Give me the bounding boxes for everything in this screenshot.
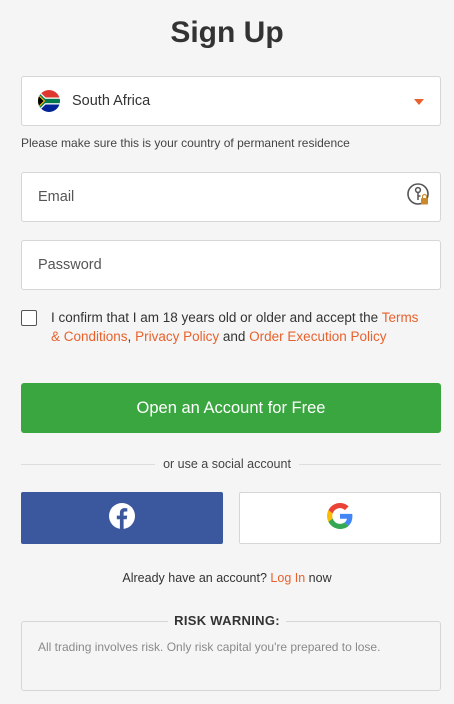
social-divider: or use a social account bbox=[0, 457, 454, 471]
login-line: Already have an account? Log In now bbox=[0, 571, 454, 585]
google-icon bbox=[327, 502, 353, 534]
email-field-container bbox=[21, 172, 441, 222]
country-select[interactable]: South Africa bbox=[21, 76, 441, 126]
password-field[interactable] bbox=[22, 241, 440, 289]
chevron-down-icon[interactable] bbox=[414, 99, 424, 105]
consent-text: I confirm that I am 18 years old or olde… bbox=[51, 308, 431, 346]
risk-warning-text: All trading involves risk. Only risk cap… bbox=[38, 640, 381, 654]
facebook-icon bbox=[108, 502, 136, 535]
south-africa-flag-icon bbox=[38, 90, 60, 112]
consent-row: I confirm that I am 18 years old or olde… bbox=[21, 308, 441, 346]
open-account-button[interactable]: Open an Account for Free bbox=[21, 383, 441, 433]
country-hint: Please make sure this is your country of… bbox=[21, 136, 350, 150]
privacy-policy-link[interactable]: Privacy Policy bbox=[135, 329, 219, 344]
risk-warning-title: RISK WARNING: bbox=[168, 613, 286, 628]
login-prompt: Already have an account? bbox=[122, 571, 267, 585]
facebook-signup-button[interactable] bbox=[21, 492, 223, 544]
country-select-value: South Africa bbox=[72, 93, 151, 109]
email-field[interactable] bbox=[22, 173, 440, 221]
risk-warning-box: All trading involves risk. Only risk cap… bbox=[21, 621, 441, 691]
password-manager-icon[interactable] bbox=[407, 183, 431, 207]
consent-label: I confirm that I am 18 years old or olde… bbox=[51, 310, 379, 325]
consent-and: and bbox=[222, 329, 246, 344]
risk-warning-header: RISK WARNING: bbox=[0, 612, 454, 630]
consent-comma: , bbox=[127, 329, 132, 344]
social-divider-text: or use a social account bbox=[155, 457, 299, 471]
page-title: Sign Up bbox=[170, 16, 284, 49]
password-field-container bbox=[21, 240, 441, 290]
login-suffix: now bbox=[308, 571, 332, 585]
order-execution-policy-link[interactable]: Order Execution Policy bbox=[249, 329, 386, 344]
google-signup-button[interactable] bbox=[239, 492, 441, 544]
age-terms-checkbox[interactable] bbox=[21, 310, 37, 326]
login-link[interactable]: Log In bbox=[270, 571, 305, 585]
